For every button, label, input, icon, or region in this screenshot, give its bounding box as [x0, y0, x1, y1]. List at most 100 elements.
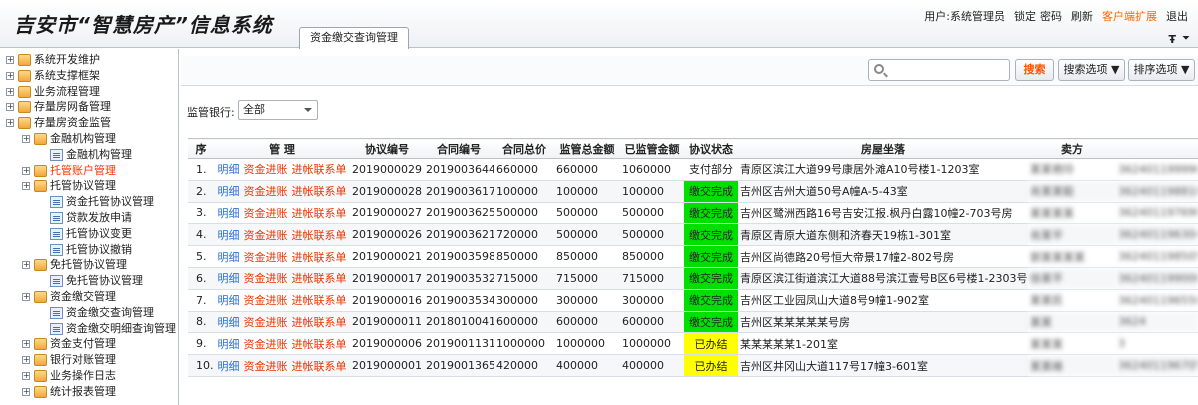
contact-slip-link[interactable]: 进帐联系单 [292, 338, 347, 351]
expand-toggle-icon[interactable]: + [6, 103, 14, 112]
sidebar-item[interactable]: + 托管协议管理 [0, 178, 178, 194]
contact-slip-link[interactable]: 进帐联系单 [292, 360, 347, 373]
sidebar-item[interactable]: + 资金支付管理 [0, 336, 178, 352]
search-box[interactable] [868, 59, 1010, 81]
detail-link[interactable]: 明细 [218, 229, 240, 242]
logout-link[interactable]: 退出 [1166, 8, 1188, 24]
expand-toggle-icon[interactable]: + [22, 371, 30, 380]
detail-link[interactable]: 明细 [218, 207, 240, 220]
cell-supervised: 400000 [620, 354, 684, 377]
refresh-link[interactable]: 刷新 [1071, 8, 1093, 24]
expand-toggle-icon[interactable]: + [22, 261, 30, 270]
sidebar-item[interactable]: + 统计报表管理 [0, 384, 178, 400]
sidebar-item[interactable]: + 存量房资金监管 [0, 115, 178, 131]
sidebar-item[interactable]: + 托管账户管理 [0, 163, 178, 179]
sidebar-item[interactable]: + 存量房网备管理 [0, 99, 178, 115]
sidebar-item[interactable]: + 金融机构管理 [0, 131, 178, 147]
sidebar-item-label: 资金托管协议管理 [66, 195, 154, 209]
expand-toggle-icon[interactable]: + [22, 340, 30, 349]
detail-link[interactable]: 明细 [218, 338, 240, 351]
sidebar-item[interactable]: 资金缴交明细查询管理 [0, 321, 178, 337]
deposit-link[interactable]: 资金进账 [244, 251, 288, 264]
deposit-link[interactable]: 资金进账 [244, 272, 288, 285]
cell-seller: 某某民 [1028, 289, 1116, 312]
lock-link[interactable]: 锁定 [1014, 8, 1036, 24]
deposit-link[interactable]: 资金进账 [244, 316, 288, 329]
detail-link[interactable]: 明细 [218, 185, 240, 198]
sidebar-item[interactable]: 资金托管协议管理 [0, 194, 178, 210]
sidebar-item[interactable]: + 资金缴交管理 [0, 289, 178, 305]
bank-filter-select[interactable]: 全部 [238, 100, 318, 120]
cell-agreement: 2019000027 [350, 202, 424, 225]
deposit-link[interactable]: 资金进账 [244, 338, 288, 351]
expand-toggle-icon[interactable]: + [6, 71, 14, 80]
detail-link[interactable]: 明细 [218, 360, 240, 373]
pin-icon[interactable]: Ŧ [1168, 33, 1176, 46]
search-options-button[interactable]: 搜索选项 ▼ [1058, 59, 1125, 81]
sidebar-item[interactable]: 免托管协议管理 [0, 273, 178, 289]
tab-fund-payment-query[interactable]: 资金缴交查询管理 [299, 27, 409, 49]
detail-link[interactable]: 明细 [218, 163, 240, 176]
expand-toggle-icon[interactable]: + [22, 356, 30, 365]
sort-options-button[interactable]: 排序选项 ▼ [1128, 59, 1195, 81]
sidebar-item[interactable]: + 银行对账管理 [0, 352, 178, 368]
search-input[interactable] [889, 61, 1007, 79]
contact-slip-link[interactable]: 进帐联系单 [292, 272, 347, 285]
deposit-link[interactable]: 资金进账 [244, 163, 288, 176]
row-actions: 明细 资金进账 进帐联系单 [214, 354, 350, 377]
row-seq: 6. [188, 267, 214, 290]
sidebar-item[interactable]: + 业务流程管理 [0, 84, 178, 100]
contact-slip-link[interactable]: 进帐联系单 [292, 207, 347, 220]
contact-slip-link[interactable]: 进帐联系单 [292, 229, 347, 242]
page-icon [50, 243, 63, 256]
search-button[interactable]: 搜索 [1015, 59, 1054, 81]
expand-toggle-icon[interactable]: + [22, 387, 30, 396]
deposit-link[interactable]: 资金进账 [244, 229, 288, 242]
contact-slip-link[interactable]: 进帐联系单 [292, 294, 347, 307]
cell-agreement: 2019000029 [350, 158, 424, 181]
expand-toggle-icon[interactable]: + [22, 292, 30, 301]
sidebar-item[interactable]: 贷款发放申请 [0, 210, 178, 226]
cell-contract: 2019003644 [424, 158, 494, 181]
deposit-link[interactable]: 资金进账 [244, 360, 288, 373]
expand-toggle-icon[interactable]: + [22, 182, 30, 191]
collapse-menu-icon[interactable]: ⏷ [1182, 33, 1190, 44]
cell-id-number: 362401196304219 [1116, 223, 1198, 247]
sidebar-item[interactable]: 金融机构管理 [0, 147, 178, 163]
deposit-link[interactable]: 资金进账 [244, 207, 288, 220]
sidebar-item[interactable]: 托管协议撤销 [0, 242, 178, 258]
cell-agreement: 2019000011 [350, 311, 424, 334]
table-row: 5. 明细 资金进账 进帐联系单 2019000021 2019003598 850000 8… [188, 245, 1198, 268]
cell-seller: 郭某某某某 [1028, 245, 1116, 268]
sidebar-item-label: 业务流程管理 [34, 84, 100, 98]
row-seq: 1. [188, 158, 214, 181]
sidebar-item[interactable]: + 系统开发维护 [0, 52, 178, 68]
expand-toggle-icon[interactable]: + [22, 134, 30, 143]
expand-toggle-icon[interactable]: + [6, 56, 14, 64]
deposit-link[interactable]: 资金进账 [244, 185, 288, 198]
deposit-link[interactable]: 资金进账 [244, 294, 288, 307]
sidebar-item[interactable]: + 业务操作日志 [0, 368, 178, 384]
sidebar-item[interactable]: + 免托管协议管理 [0, 257, 178, 273]
cell-supervised-total: 850000 [554, 245, 620, 268]
expand-toggle-icon[interactable]: + [6, 119, 14, 128]
cell-contract: 2019003621 [424, 223, 494, 247]
password-link[interactable]: 密码 [1040, 8, 1062, 24]
detail-link[interactable]: 明细 [218, 272, 240, 285]
contact-slip-link[interactable]: 进帐联系单 [292, 251, 347, 264]
cell-contract: 2019003534 [424, 289, 494, 312]
detail-link[interactable]: 明细 [218, 316, 240, 329]
cell-total: 500000 [494, 202, 554, 225]
sidebar-item[interactable]: 资金缴交查询管理 [0, 305, 178, 321]
expand-toggle-icon[interactable]: + [22, 166, 30, 175]
sidebar-item[interactable]: + 系统支撑框架 [0, 68, 178, 84]
contact-slip-link[interactable]: 进帐联系单 [292, 163, 347, 176]
contact-slip-link[interactable]: 进帐联系单 [292, 185, 347, 198]
contact-slip-link[interactable]: 进帐联系单 [292, 316, 347, 329]
detail-link[interactable]: 明细 [218, 251, 240, 264]
client-extension-link[interactable]: 客户端扩展 [1102, 8, 1157, 24]
sidebar-item[interactable]: 托管协议变更 [0, 226, 178, 242]
cell-agreement: 2019000028 [350, 180, 424, 203]
detail-link[interactable]: 明细 [218, 294, 240, 307]
expand-toggle-icon[interactable]: + [6, 87, 14, 96]
